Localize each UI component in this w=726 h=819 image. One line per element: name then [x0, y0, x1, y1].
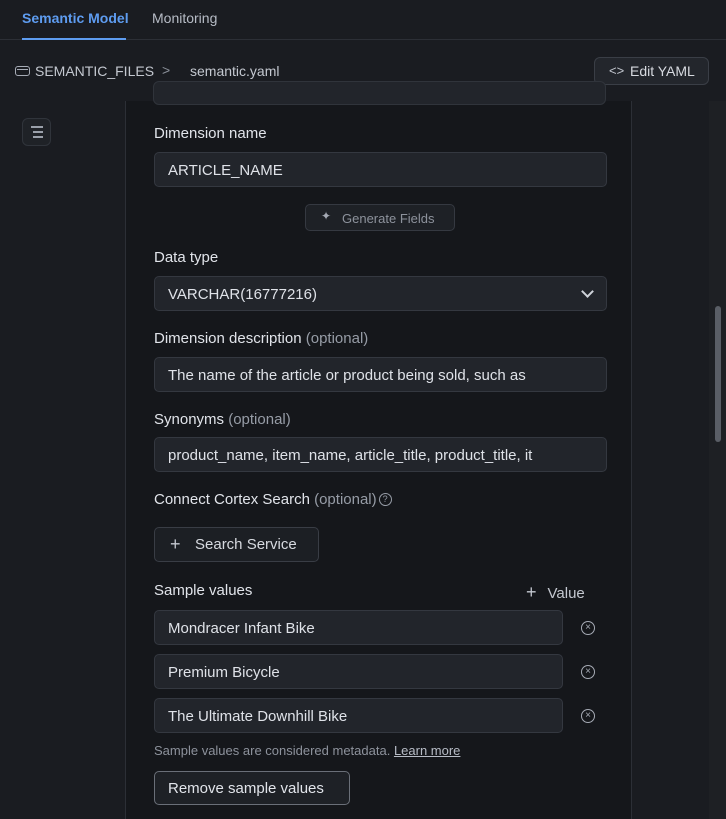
- sample-value-input[interactable]: Premium Bicycle: [154, 654, 563, 689]
- sample-value-input[interactable]: The Ultimate Downhill Bike: [154, 698, 563, 733]
- edit-yaml-button[interactable]: <> Edit YAML: [594, 57, 709, 85]
- dimension-editor-panel: Dimension name ARTICLE_NAME ✦ Generate F…: [125, 81, 632, 819]
- scroll-thumb[interactable]: [715, 306, 721, 442]
- remove-sample-values-button[interactable]: Remove sample values: [154, 771, 350, 805]
- outline-list-icon: [31, 126, 43, 128]
- sample-value-input[interactable]: Mondracer Infant Bike: [154, 610, 563, 645]
- remove-value-icon[interactable]: ×: [581, 621, 595, 635]
- add-search-service-button[interactable]: + Search Service: [154, 527, 319, 562]
- help-icon[interactable]: ?: [378, 493, 392, 506]
- scrollbar[interactable]: [709, 101, 726, 819]
- breadcrumb-file: semantic.yaml: [190, 63, 280, 79]
- learn-more-link[interactable]: Learn more: [394, 743, 460, 758]
- dimension-name-label: Dimension name: [154, 125, 267, 142]
- chevron-down-icon: [581, 285, 594, 298]
- cortex-search-label: Connect Cortex Search (optional)?: [154, 491, 392, 508]
- sparkle-icon: ✦: [321, 209, 332, 223]
- code-icon: <>: [609, 63, 625, 78]
- generate-fields-button[interactable]: ✦ Generate Fields: [305, 204, 455, 231]
- previous-field[interactable]: [153, 81, 606, 105]
- synonyms-label-text: Synonyms: [154, 411, 225, 428]
- data-type-label: Data type: [154, 249, 219, 266]
- tab-semantic-model[interactable]: Semantic Model: [22, 10, 129, 26]
- synonyms-input[interactable]: product_name, item_name, article_title, …: [154, 437, 607, 472]
- plus-icon: +: [526, 582, 537, 602]
- edit-yaml-label: Edit YAML: [630, 63, 695, 79]
- add-value-button[interactable]: + Value: [526, 582, 585, 603]
- generate-fields-label: Generate Fields: [342, 211, 435, 226]
- optional-tag: (optional): [228, 411, 291, 428]
- breadcrumb-root[interactable]: SEMANTIC_FILES: [35, 63, 154, 79]
- description-label: Dimension description (optional): [154, 330, 368, 347]
- search-service-label: Search Service: [195, 536, 297, 553]
- tab-monitoring[interactable]: Monitoring: [152, 10, 217, 26]
- top-tab-bar: Semantic Model Monitoring: [0, 0, 726, 40]
- plus-icon: +: [170, 534, 181, 554]
- outline-list-line: [33, 131, 43, 133]
- cortex-label-text: Connect Cortex Search: [154, 491, 310, 508]
- synonyms-label: Synonyms (optional): [154, 411, 291, 428]
- breadcrumb-separator: >: [162, 62, 171, 78]
- optional-tag: (optional): [314, 491, 377, 508]
- sample-values-note: Sample values are considered metadata. L…: [154, 743, 460, 758]
- add-value-label: Value: [547, 585, 585, 602]
- data-type-value: VARCHAR(16777216): [168, 286, 317, 303]
- remove-value-icon[interactable]: ×: [581, 709, 595, 723]
- sample-values-label: Sample values: [154, 582, 253, 599]
- database-icon: [15, 66, 30, 76]
- outline-toggle-button[interactable]: [22, 118, 51, 146]
- active-tab-indicator: [22, 38, 126, 40]
- description-input[interactable]: The name of the article or product being…: [154, 357, 607, 392]
- dimension-name-input[interactable]: ARTICLE_NAME: [154, 152, 607, 187]
- outline-list-line: [33, 136, 43, 138]
- remove-value-icon[interactable]: ×: [581, 665, 595, 679]
- optional-tag: (optional): [305, 330, 369, 347]
- description-label-text: Dimension description: [154, 330, 302, 347]
- data-type-select[interactable]: VARCHAR(16777216): [154, 276, 607, 311]
- sample-values-note-text: Sample values are considered metadata.: [154, 743, 391, 758]
